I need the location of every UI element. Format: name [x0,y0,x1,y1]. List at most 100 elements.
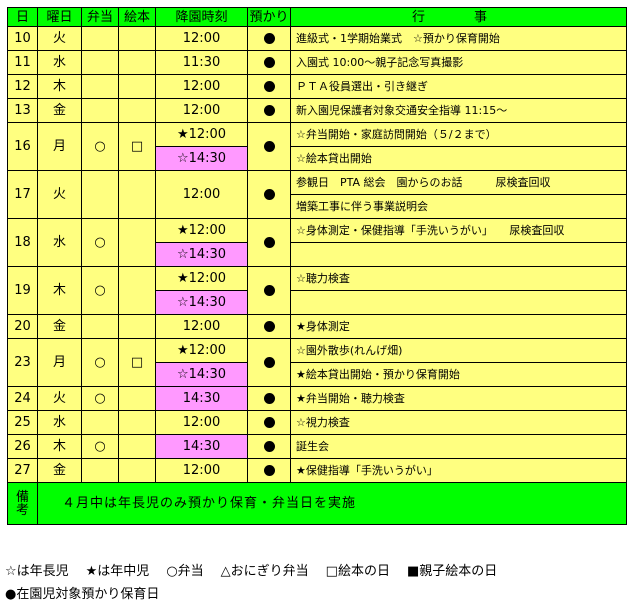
event-cell: 入園式 10:00～親子記念写真撮影 [290,50,627,75]
childcare-cell [247,314,291,339]
schedule-row: 23 月 ○ □ ★12:00 ☆園外散歩(れんげ畑) [7,338,627,387]
event-cell: ☆絵本貸出開始 [290,146,627,171]
lunch-cell [81,74,119,99]
schedule-row: 26 木 ○ 14:30 誕生会 [7,434,627,459]
childcare-dot-icon [263,81,275,92]
pickup-time-cell: ★12:00 [155,266,248,291]
note-text: ４月中は年長児のみ預かり保育・弁当日を実施 [37,482,627,525]
weekday-cell: 火 [37,386,82,411]
weekday-cell: 水 [37,218,82,267]
legend-parent-book-day: ■親子絵本の日 [406,564,498,579]
event-cell: 新入園児保護者対象交通安全指導 11:15～ [290,98,627,123]
weekday-cell: 金 [37,458,82,483]
legend-line-1: ☆は年長児 ★は年中児 ○弁当 △おにぎり弁当 □絵本の日 ■親子絵本の日 [5,560,514,583]
childcare-cell [247,50,291,75]
event-cell: 誕生会 [290,434,627,459]
pickup-time-cell: 14:30 [155,386,248,411]
childcare-cell [247,74,291,99]
day-cell: 23 [7,338,38,387]
header-pickup: 降園時刻 [155,7,248,27]
day-cell: 16 [7,122,38,171]
schedule-row: 12 木 12:00 ＰＴＡ役員選出・引き継ぎ [7,74,627,99]
book-cell [118,26,156,51]
day-cell: 26 [7,434,38,459]
weekday-cell: 木 [37,266,82,315]
pickup-time-cell: ★12:00 [155,218,248,243]
schedule-row: 18 水 ○ ★12:00 ☆身体測定・保健指導「手洗いうがい」 尿検査回収 [7,218,627,267]
day-cell: 13 [7,98,38,123]
day-cell: 27 [7,458,38,483]
schedule-row: 13 金 12:00 新入園児保護者対象交通安全指導 11:15～ [7,98,627,123]
lunch-cell [81,26,119,51]
weekday-cell: 水 [37,50,82,75]
event-cell [290,242,627,267]
childcare-dot-icon [263,393,275,404]
schedule-row: 27 金 12:00 ★保健指導「手洗いうがい」 [7,458,627,483]
pickup-time-cell: ★12:00 [155,122,248,147]
book-cell [118,266,156,315]
legend-lunch: ○弁当 [166,564,204,579]
lunch-cell [81,458,119,483]
book-cell [118,434,156,459]
pickup-time-cell: 12:00 [155,410,248,435]
header-events: 行 事 [290,7,627,27]
childcare-dot-icon [263,141,275,152]
pickup-time-cell: 12:00 [155,26,248,51]
pickup-time-cell: ☆14:30 [155,362,248,387]
note-label: 備考 [7,482,38,525]
pickup-time-cell: ☆14:30 [155,242,248,267]
childcare-cell [247,98,291,123]
book-cell [118,170,156,219]
childcare-cell [247,410,291,435]
pickup-time-cell: 11:30 [155,50,248,75]
weekday-cell: 火 [37,26,82,51]
schedule-row: 24 火 ○ 14:30 ★弁当開始・聴力検査 [7,386,627,411]
event-cell: ☆園外散歩(れんげ畑) [290,338,627,363]
childcare-cell [247,386,291,411]
childcare-cell [247,170,291,219]
legend-senior: ☆は年長児 [5,564,69,579]
day-cell: 11 [7,50,38,75]
childcare-cell [247,122,291,171]
schedule-row: 16 月 ○ □ ★12:00 ☆弁当開始・家庭訪問開始（５/２まで） [7,122,627,171]
lunch-cell [81,50,119,75]
day-cell: 10 [7,26,38,51]
header-day: 日 [7,7,38,27]
event-cell: ☆聴力検査 [290,266,627,291]
event-cell: ☆視力検査 [290,410,627,435]
weekday-cell: 金 [37,98,82,123]
childcare-dot-icon [263,33,275,44]
childcare-cell [247,458,291,483]
weekday-cell: 月 [37,122,82,171]
pickup-time-cell: 12:00 [155,314,248,339]
day-cell: 18 [7,218,38,267]
pickup-time-cell: 14:30 [155,434,248,459]
childcare-dot-icon [263,441,275,452]
schedule-row: 19 木 ○ ★12:00 ☆聴力検査 [7,266,627,315]
lunch-cell: ○ [81,266,119,315]
childcare-dot-icon [263,285,275,296]
lunch-cell: ○ [81,338,119,387]
weekday-cell: 火 [37,170,82,219]
legend-book-day: □絵本の日 [325,564,390,579]
event-cell: 参観日 PTA 総会 園からのお話 尿検査回収 [290,170,627,195]
childcare-dot-icon [263,465,275,476]
legend-junior: ★は年中児 [85,564,150,579]
childcare-cell [247,26,291,51]
lunch-cell [81,98,119,123]
day-cell: 17 [7,170,38,219]
header-weekday: 曜日 [37,7,82,27]
event-cell: ★身体測定 [290,314,627,339]
childcare-cell [247,434,291,459]
book-cell: □ [118,122,156,171]
lunch-cell: ○ [81,218,119,267]
pickup-time-cell: ★12:00 [155,338,248,363]
book-cell [118,410,156,435]
event-cell: ☆弁当開始・家庭訪問開始（５/２まで） [290,122,627,147]
book-cell [118,98,156,123]
event-cell: ＰＴＡ役員選出・引き継ぎ [290,74,627,99]
note-label-2: 考 [15,502,29,518]
weekday-cell: 水 [37,410,82,435]
event-cell [290,290,627,315]
day-cell: 12 [7,74,38,99]
